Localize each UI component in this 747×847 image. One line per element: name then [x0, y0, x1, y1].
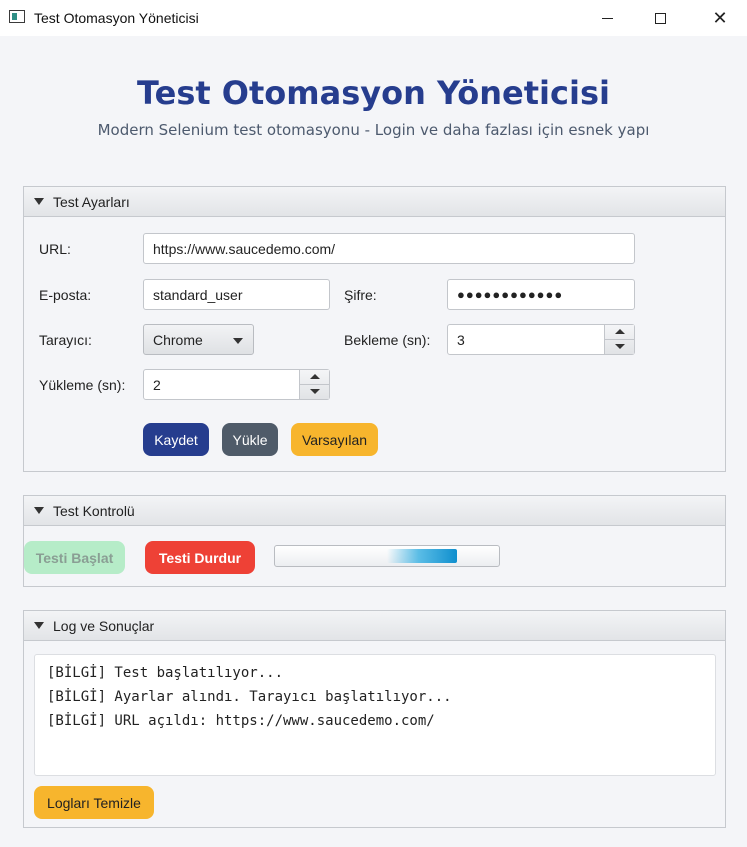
url-input[interactable]	[143, 233, 635, 264]
window-titlebar: Test Otomasyon Yöneticisi ✕	[0, 0, 747, 36]
log-line: [BİLGİ] Ayarlar alındı. Tarayıcı başlatı…	[47, 689, 452, 705]
wait-spinner-value: 3	[457, 331, 465, 348]
browser-select[interactable]: Chrome	[143, 324, 254, 355]
collapse-triangle-icon	[34, 622, 44, 629]
password-label: Şifre:	[344, 287, 377, 303]
close-button[interactable]: ✕	[697, 0, 743, 36]
arrow-up-icon	[614, 329, 625, 335]
load-decrement-button[interactable]	[300, 385, 329, 400]
control-panel-title: Test Kontrolü	[53, 502, 135, 519]
browser-label: Tarayıcı:	[39, 332, 92, 348]
load-spinner-buttons	[299, 370, 329, 399]
app-icon	[9, 10, 25, 23]
wait-spinner-buttons	[604, 325, 634, 354]
log-output[interactable]: [BİLGİ] Test başlatılıyor... [BİLGİ] Aya…	[34, 654, 716, 776]
page-title: Test Otomasyon Yöneticisi	[137, 74, 610, 112]
control-panel-header[interactable]: Test Kontrolü	[24, 496, 725, 526]
page-subtitle: Modern Selenium test otomasyonu - Login …	[97, 121, 650, 139]
log-panel: Log ve Sonuçlar [BİLGİ] Test başlatılıyo…	[23, 610, 726, 828]
clear-logs-button[interactable]: Logları Temizle	[34, 786, 154, 819]
log-line: [BİLGİ] URL açıldı: https://www.saucedem…	[47, 713, 435, 729]
password-input[interactable]: ●●●●●●●●●●●●	[447, 279, 635, 310]
log-line: [BİLGİ] Test başlatılıyor...	[47, 665, 284, 681]
maximize-icon	[654, 12, 666, 24]
log-panel-header[interactable]: Log ve Sonuçlar	[24, 611, 725, 641]
email-input[interactable]	[143, 279, 330, 310]
control-panel: Test Kontrolü Testi Başlat Testi Durdur	[23, 495, 726, 587]
load-spinner[interactable]: 2	[143, 369, 330, 400]
log-panel-title: Log ve Sonuçlar	[53, 617, 155, 634]
test-progress-bar	[274, 545, 500, 567]
arrow-down-icon	[309, 389, 320, 395]
chevron-down-icon	[233, 338, 243, 344]
start-test-button[interactable]: Testi Başlat	[24, 541, 125, 574]
window-title: Test Otomasyon Yöneticisi	[34, 10, 199, 26]
load-label: Yükleme (sn):	[39, 377, 126, 393]
email-label: E-posta:	[39, 287, 92, 303]
settings-panel: Test Ayarları URL: E-posta: Şifre: ●●●●●…	[23, 186, 726, 472]
wait-increment-button[interactable]	[605, 325, 634, 340]
wait-decrement-button[interactable]	[605, 340, 634, 355]
minimize-icon	[601, 17, 613, 19]
settings-panel-title: Test Ayarları	[53, 193, 130, 210]
load-button[interactable]: Yükle	[222, 423, 278, 456]
collapse-triangle-icon	[34, 198, 44, 205]
collapse-triangle-icon	[34, 507, 44, 514]
progress-indicator	[387, 549, 457, 563]
default-button[interactable]: Varsayılan	[291, 423, 378, 456]
wait-spinner[interactable]: 3	[447, 324, 635, 355]
load-increment-button[interactable]	[300, 370, 329, 385]
stop-test-button[interactable]: Testi Durdur	[145, 541, 255, 574]
url-label: URL:	[39, 241, 71, 257]
maximize-button[interactable]	[637, 0, 683, 36]
load-spinner-value: 2	[153, 376, 161, 393]
wait-label: Bekleme (sn):	[344, 332, 431, 348]
save-button[interactable]: Kaydet	[143, 423, 209, 456]
arrow-down-icon	[614, 344, 625, 350]
arrow-up-icon	[309, 374, 320, 380]
minimize-button[interactable]	[584, 0, 630, 36]
settings-panel-header[interactable]: Test Ayarları	[24, 187, 725, 217]
close-icon: ✕	[712, 8, 728, 28]
browser-select-value: Chrome	[153, 331, 203, 348]
